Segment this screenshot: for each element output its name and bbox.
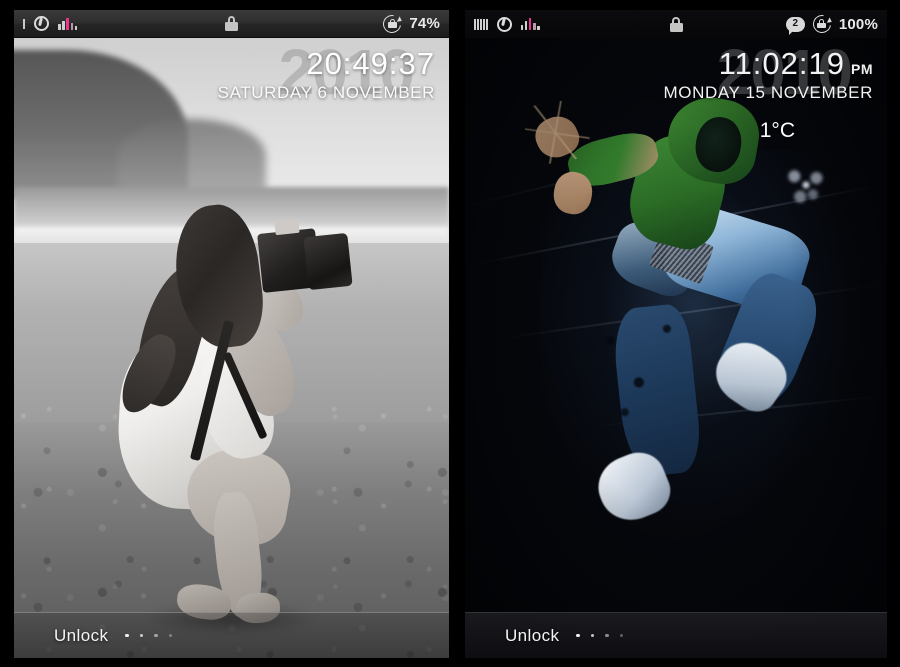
- unlock-dot: [139, 633, 144, 638]
- signal-bars-icon: [474, 18, 488, 30]
- message-bubble-icon: 2: [785, 16, 805, 35]
- headland-mid: [118, 118, 267, 193]
- unlock-dots: [576, 633, 624, 638]
- unlock-label: Unlock: [54, 625, 109, 645]
- status-right-group: 2 100%: [785, 11, 878, 37]
- status-left-group: [474, 16, 540, 32]
- photographer-figure: [112, 200, 358, 636]
- time-row: 20:49:37: [14, 46, 435, 81]
- clock-time: 20:49:37: [306, 46, 435, 81]
- audio-level-icon: [520, 18, 540, 30]
- message-count: 2: [792, 18, 799, 29]
- status-bar-right: 2 100%: [465, 10, 887, 38]
- weather-temperature: 1°C: [759, 118, 795, 142]
- unlock-dot: [125, 633, 129, 638]
- unlock-label: Unlock: [505, 625, 560, 645]
- clock-time: 11:02:19: [718, 46, 845, 81]
- lockscreen-right: 2010 11:02:19 PM MONDAY 15 NOVEMBER 1°C …: [465, 10, 887, 658]
- unlock-slider-right[interactable]: Unlock: [465, 612, 887, 658]
- status-left-group: [23, 16, 78, 31]
- clock-date: MONDAY 15 NOVEMBER: [663, 82, 873, 102]
- rotation-lock-icon: [809, 11, 835, 37]
- clock-ampm: PM: [851, 61, 873, 77]
- snowflake-icon: [777, 155, 836, 214]
- signal-bars-icon: [23, 18, 25, 29]
- padlock-icon: [669, 16, 683, 32]
- status-right-group: 74%: [379, 10, 440, 37]
- battery-percentage: 74%: [409, 15, 440, 32]
- wallpaper-dancer: 2010 11:02:19 PM MONDAY 15 NOVEMBER 1°C …: [465, 38, 887, 658]
- clock-widget-left: 2010 20:49:37 SATURDAY 6 NOVEMBER: [14, 38, 449, 104]
- vodafone-logo-icon: [496, 16, 512, 32]
- unlock-dot: [154, 633, 158, 638]
- unlock-dots: [125, 633, 173, 638]
- unlock-dot: [576, 633, 580, 638]
- unlock-slider-left[interactable]: Unlock: [14, 612, 449, 658]
- lockscreen-left: 2010 20:49:37 SATURDAY 6 NOVEMBER Unlock: [14, 10, 449, 658]
- unlock-dot: [619, 633, 624, 638]
- wallpaper-beach-photographer: 2010 20:49:37 SATURDAY 6 NOVEMBER Unlock: [14, 38, 449, 658]
- camera-lens-icon: [303, 232, 353, 290]
- padlock-icon: [225, 16, 238, 31]
- unlock-dot: [168, 633, 173, 638]
- battery-percentage: 100%: [838, 15, 878, 33]
- vodafone-logo-icon: [34, 16, 49, 31]
- screenshot-stage: 2010 20:49:37 SATURDAY 6 NOVEMBER Unlock: [0, 0, 900, 667]
- audio-level-icon: [58, 17, 78, 30]
- time-row: 11:02:19 PM: [465, 46, 873, 81]
- unlock-dot: [605, 633, 609, 638]
- status-bar-left: 74%: [14, 10, 449, 38]
- clock-date: SATURDAY 6 NOVEMBER: [217, 82, 435, 102]
- clock-widget-right: 2010 11:02:19 PM MONDAY 15 NOVEMBER 1°C: [465, 38, 887, 143]
- unlock-dot: [590, 633, 595, 638]
- camera-top-plate: [274, 218, 300, 236]
- rotation-lock-icon: [379, 10, 405, 37]
